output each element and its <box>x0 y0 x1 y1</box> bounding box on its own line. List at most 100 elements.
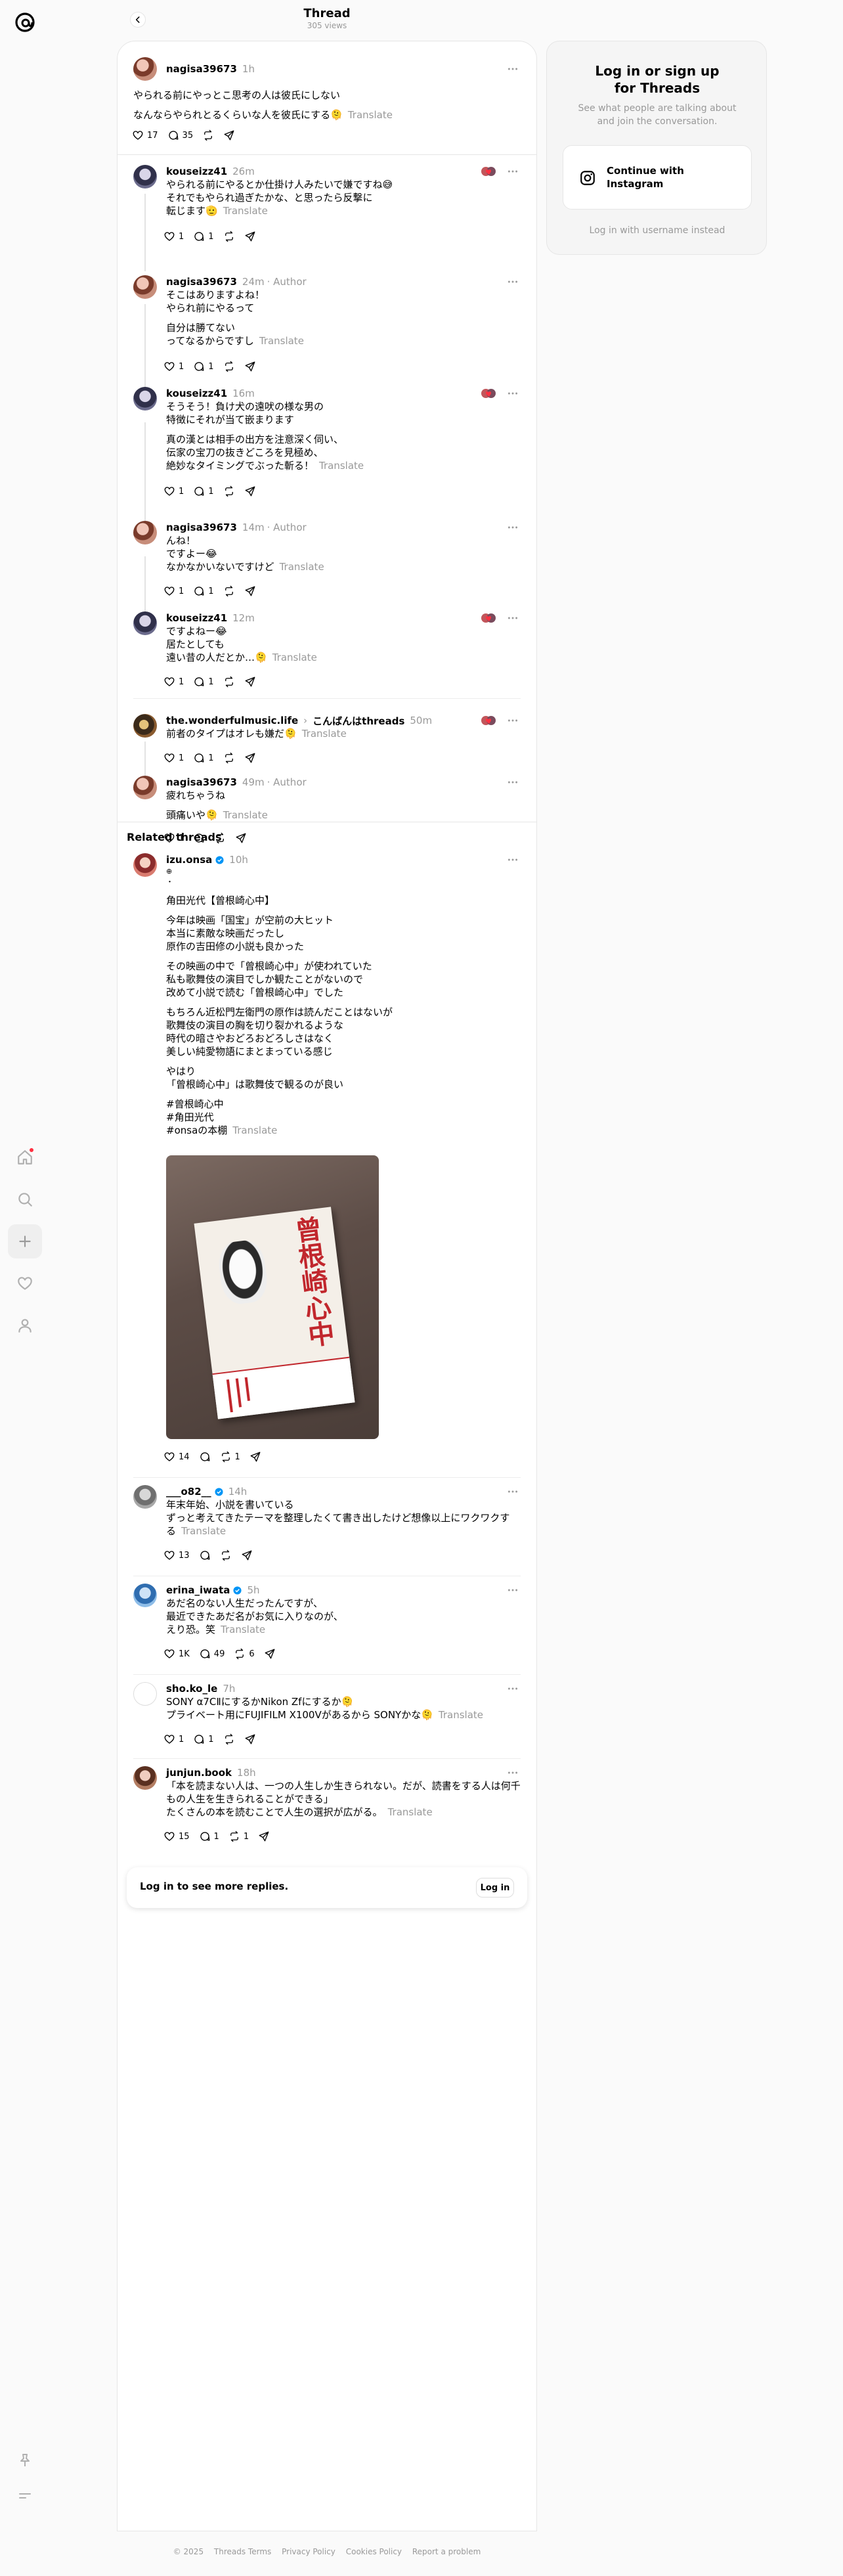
share-button[interactable] <box>264 1648 276 1660</box>
share-button[interactable] <box>223 129 235 141</box>
reply-button[interactable]: 1 <box>193 1733 214 1745</box>
like-button[interactable]: 17 <box>132 129 158 141</box>
like-button[interactable]: 1 <box>163 676 184 688</box>
timestamp[interactable]: 18h <box>237 1767 256 1779</box>
timestamp[interactable]: 16m <box>232 388 255 399</box>
username[interactable]: nagisa39673 <box>166 276 237 288</box>
repost-button[interactable]: 1 <box>220 1451 240 1463</box>
share-button[interactable] <box>244 676 256 688</box>
profile-icon[interactable] <box>8 1308 42 1343</box>
repost-button[interactable] <box>223 1733 235 1745</box>
repost-button[interactable] <box>223 361 235 372</box>
username[interactable]: the.wonderfulmusic.life <box>166 715 298 726</box>
avatar[interactable] <box>133 57 157 81</box>
like-button[interactable]: 1 <box>163 752 184 764</box>
footer-link-report[interactable]: Report a problem <box>412 2547 481 2556</box>
username[interactable]: kouseizz41 <box>166 166 227 177</box>
reply-button[interactable]: 35 <box>167 129 193 141</box>
repost-button[interactable] <box>220 1549 232 1561</box>
timestamp[interactable]: 14h <box>228 1486 248 1498</box>
login-button[interactable]: Log in <box>476 1878 514 1898</box>
share-button[interactable] <box>244 231 256 242</box>
repost-button[interactable]: 6 <box>234 1648 255 1660</box>
more-options-button[interactable] <box>505 62 521 76</box>
threads-logo-icon[interactable] <box>12 9 38 35</box>
translate-link[interactable]: Translate <box>348 109 393 121</box>
more-options-button[interactable] <box>505 387 521 400</box>
username[interactable]: kouseizz41 <box>166 612 227 624</box>
timestamp[interactable]: 10h <box>229 854 248 866</box>
pin-icon[interactable] <box>8 2443 42 2477</box>
timestamp[interactable]: 12m <box>232 612 255 624</box>
like-button[interactable]: 15 <box>163 1831 190 1842</box>
reply-button[interactable]: 1 <box>193 676 214 688</box>
book-photo[interactable]: 曾根崎心中 <box>166 1155 379 1439</box>
repost-button[interactable] <box>202 129 214 141</box>
share-button[interactable] <box>244 1733 256 1745</box>
like-button[interactable]: 13 <box>163 1549 190 1561</box>
timestamp[interactable]: 5h <box>247 1584 259 1596</box>
more-options-button[interactable] <box>505 776 521 789</box>
username[interactable]: ___o82__ <box>166 1486 211 1498</box>
avatar[interactable] <box>133 1766 157 1790</box>
translate-link[interactable]: Translate <box>223 205 268 217</box>
translate-link[interactable]: Translate <box>259 335 304 347</box>
reply-button[interactable]: 1 <box>193 361 214 372</box>
translate-link[interactable]: Translate <box>319 460 364 472</box>
repost-button[interactable]: 1 <box>228 1831 249 1842</box>
avatar[interactable] <box>133 1584 157 1607</box>
repost-button[interactable] <box>223 676 235 688</box>
translate-link[interactable]: Translate <box>232 1124 277 1136</box>
continue-with-instagram-button[interactable]: Continue with Instagram <box>563 145 752 210</box>
share-button[interactable] <box>241 1549 253 1561</box>
share-button[interactable] <box>235 832 247 844</box>
username[interactable]: junjun.book <box>166 1767 232 1779</box>
avatar[interactable] <box>133 776 157 799</box>
home-icon[interactable] <box>8 1140 42 1174</box>
username[interactable]: erina_iwata <box>166 1584 230 1596</box>
create-post-icon[interactable] <box>8 1224 42 1258</box>
reply-button[interactable]: 1 <box>193 752 214 764</box>
translate-link[interactable]: Translate <box>223 809 268 821</box>
hashtag-link[interactable]: #角田光代 <box>166 1111 521 1124</box>
search-icon[interactable] <box>8 1182 42 1216</box>
share-button[interactable] <box>244 485 256 497</box>
timestamp[interactable]: 1h <box>242 63 255 75</box>
translate-link[interactable]: Translate <box>388 1806 433 1818</box>
avatar[interactable] <box>133 521 157 544</box>
footer-link-terms[interactable]: Threads Terms <box>214 2547 271 2556</box>
more-options-button[interactable] <box>505 165 521 178</box>
repost-button[interactable] <box>223 752 235 764</box>
hashtag-link[interactable]: #曾根崎心中 <box>166 1098 521 1111</box>
like-button[interactable]: 1 <box>163 361 184 372</box>
avatar[interactable] <box>133 387 157 411</box>
footer-link-cookies[interactable]: Cookies Policy <box>346 2547 402 2556</box>
timestamp[interactable]: 50m <box>410 715 432 726</box>
more-options-button[interactable] <box>505 1584 521 1597</box>
timestamp[interactable]: 7h <box>223 1683 235 1695</box>
footer-link-privacy[interactable]: Privacy Policy <box>282 2547 335 2556</box>
more-options-button[interactable] <box>505 853 521 866</box>
hashtag-link[interactable]: #onsaの本棚 <box>166 1124 227 1136</box>
share-button[interactable] <box>244 752 256 764</box>
username[interactable]: izu.onsa <box>166 854 212 866</box>
timestamp[interactable]: 14m <box>242 522 265 533</box>
translate-link[interactable]: Translate <box>272 652 317 663</box>
avatar[interactable] <box>133 853 157 877</box>
reply-button[interactable]: 1 <box>193 585 214 597</box>
username[interactable]: nagisa39673 <box>166 776 237 788</box>
timestamp[interactable]: 26m <box>232 166 255 177</box>
avatar[interactable] <box>133 714 157 738</box>
share-button[interactable] <box>249 1451 261 1463</box>
reply-button[interactable]: 1 <box>193 485 214 497</box>
timestamp[interactable]: 49m <box>242 776 265 788</box>
like-button[interactable]: 14 <box>163 1451 190 1463</box>
reply-button[interactable] <box>199 1451 211 1463</box>
menu-icon[interactable] <box>8 2479 42 2513</box>
more-options-button[interactable] <box>505 1485 521 1498</box>
reply-button[interactable]: 49 <box>199 1648 225 1660</box>
translate-link[interactable]: Translate <box>221 1624 265 1635</box>
like-button[interactable]: 1 <box>163 231 184 242</box>
like-button[interactable]: 1K <box>163 1648 190 1660</box>
heart-activity-icon[interactable] <box>8 1266 42 1300</box>
